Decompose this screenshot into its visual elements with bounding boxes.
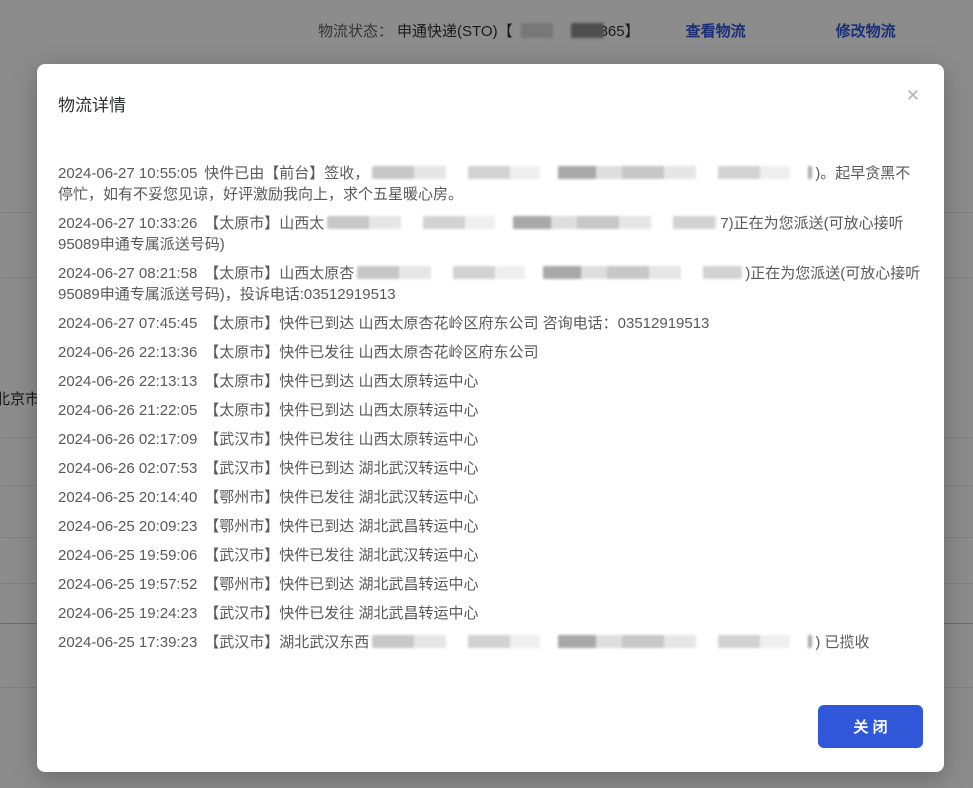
close-icon[interactable]: ✕ (906, 87, 920, 104)
tracking-entry: 2024-06-25 20:14:40 【鄂州市】快件已发往 湖北武汉转运中心 (58, 487, 922, 508)
entry-text: 快件已由【前台】签收， (204, 165, 369, 182)
close-button[interactable]: 关 闭 (818, 705, 923, 748)
entry-text: 【鄂州市】快件已到达 湖北武昌转运中心 (204, 576, 478, 593)
modal-title: 物流详情 (58, 96, 126, 115)
tracking-entry: 2024-06-26 02:07:53 【武汉市】快件已到达 湖北武汉转运中心 (58, 458, 922, 479)
tracking-entry: 2024-06-26 22:13:13 【太原市】快件已到达 山西太原转运中心 (58, 371, 922, 392)
entry-timestamp: 2024-06-25 20:09:23 (58, 518, 197, 535)
tracking-entry-list: 2024-06-27 10:55:05快件已由【前台】签收，)。起早贪黑不停忙，… (37, 116, 944, 653)
entry-timestamp: 2024-06-26 02:17:09 (58, 431, 197, 448)
entry-timestamp: 2024-06-25 19:57:52 (58, 576, 197, 593)
entry-timestamp: 2024-06-26 22:13:13 (58, 373, 197, 390)
tracking-entry: 2024-06-25 19:59:06 【武汉市】快件已发往 湖北武汉转运中心 (58, 545, 922, 566)
entry-timestamp: 2024-06-26 22:13:36 (58, 344, 197, 361)
entry-text: 【太原市】山西太 (204, 215, 324, 232)
tracking-entry: 2024-06-27 07:45:45 【太原市】快件已到达 山西太原杏花岭区府东… (58, 313, 922, 334)
tracking-entry: 2024-06-26 21:22:05 【太原市】快件已到达 山西太原转运中心 (58, 400, 922, 421)
entry-text: 【武汉市】湖北武汉东西 (204, 634, 369, 651)
entry-timestamp: 2024-06-27 08:21:58 (58, 265, 197, 282)
entry-timestamp: 2024-06-27 10:33:26 (58, 215, 197, 232)
entry-text: 【武汉市】快件已发往 山西太原转运中心 (204, 431, 478, 448)
tracking-entry: 2024-06-27 10:55:05快件已由【前台】签收，)。起早贪黑不停忙，… (58, 163, 922, 205)
entry-timestamp: 2024-06-25 19:59:06 (58, 547, 197, 564)
redacted-block (357, 266, 742, 279)
tracking-entry: 2024-06-25 19:57:52 【鄂州市】快件已到达 湖北武昌转运中心 (58, 574, 922, 595)
entry-timestamp: 2024-06-25 19:24:23 (58, 605, 197, 622)
entry-timestamp: 2024-06-26 21:22:05 (58, 402, 197, 419)
entry-text: 【太原市】快件已发往 山西太原杏花岭区府东公司 (204, 344, 538, 361)
redacted-block (372, 635, 812, 648)
entry-text: 【武汉市】快件已到达 湖北武汉转运中心 (204, 460, 478, 477)
entry-text: 【太原市】快件已到达 山西太原转运中心 (204, 373, 478, 390)
entry-timestamp: 2024-06-27 07:45:45 (58, 315, 197, 332)
entry-text: 【太原市】快件已到达 山西太原转运中心 (204, 402, 478, 419)
entry-text: 【鄂州市】快件已到达 湖北武昌转运中心 (204, 518, 478, 535)
entry-text: 【太原市】山西太原杏 (204, 265, 354, 282)
tracking-entry: 2024-06-25 20:09:23 【鄂州市】快件已到达 湖北武昌转运中心 (58, 516, 922, 537)
entry-text: 【武汉市】快件已发往 湖北武汉转运中心 (204, 547, 478, 564)
tracking-entry: 2024-06-25 19:24:23 【武汉市】快件已发往 湖北武昌转运中心 (58, 603, 922, 624)
tracking-entry: 2024-06-25 17:39:23 【武汉市】湖北武汉东西 ) 已揽收 (58, 632, 922, 653)
entry-text: 【太原市】快件已到达 山西太原杏花岭区府东公司 咨询电话：03512919513 (204, 315, 709, 332)
tracking-entry: 2024-06-26 22:13:36 【太原市】快件已发往 山西太原杏花岭区府东… (58, 342, 922, 363)
entry-timestamp: 2024-06-26 02:07:53 (58, 460, 197, 477)
modal-footer: 关 闭 (818, 705, 923, 748)
tracking-entry: 2024-06-27 08:21:58【太原市】山西太原杏)正在为您派送(可放心… (58, 263, 922, 305)
modal-header: 物流详情 ✕ (37, 64, 944, 116)
entry-timestamp: 2024-06-25 20:14:40 (58, 489, 197, 506)
tracking-entry: 2024-06-27 10:33:26【太原市】山西太7)正在为您派送(可放心接… (58, 213, 922, 255)
tracking-entry: 2024-06-26 02:17:09 【武汉市】快件已发往 山西太原转运中心 (58, 429, 922, 450)
entry-timestamp: 2024-06-27 10:55:05 (58, 165, 197, 182)
entry-text: 【鄂州市】快件已发往 湖北武汉转运中心 (204, 489, 478, 506)
redacted-block (327, 216, 717, 229)
entry-text: 【武汉市】快件已发往 湖北武昌转运中心 (204, 605, 478, 622)
entry-text: ) 已揽收 (815, 634, 869, 651)
entry-timestamp: 2024-06-25 17:39:23 (58, 634, 197, 651)
logistics-detail-modal: 物流详情 ✕ 2024-06-27 10:55:05快件已由【前台】签收，)。起… (37, 64, 944, 772)
page-root: 物流状态： 申通快递(STO)【 865】 查看物流 修改物流 北京市 物流详情… (0, 0, 973, 788)
redacted-block (372, 166, 812, 179)
